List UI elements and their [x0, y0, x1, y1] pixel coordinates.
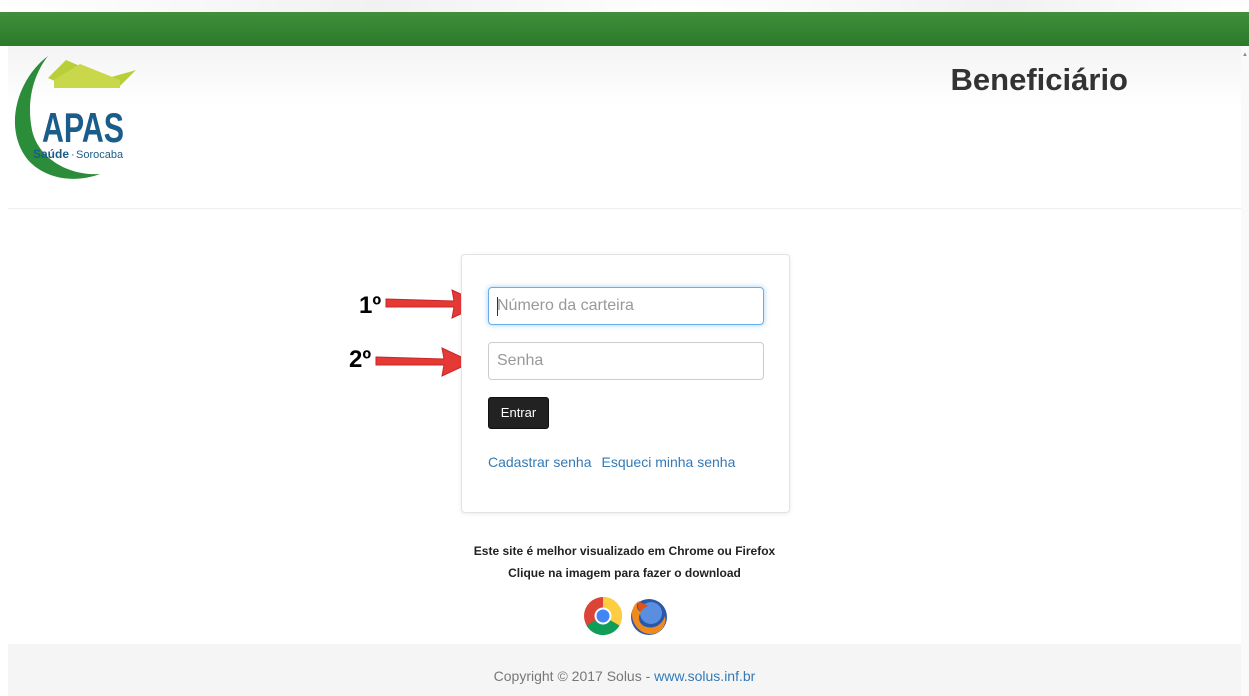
text-caret — [497, 297, 498, 316]
firefox-icon[interactable] — [628, 596, 668, 636]
step-1-label: 1º — [359, 292, 382, 319]
copyright-text: Copyright © 2017 Solus - — [493, 668, 655, 684]
page-footer: Copyright © 2017 Solus - www.solus.inf.b… — [8, 644, 1241, 696]
logo-subtitle-sorocaba: Sorocaba — [76, 149, 124, 161]
solus-link[interactable]: www.solus.inf.br — [654, 668, 755, 684]
scroll-up-icon[interactable]: ▲ — [1242, 52, 1248, 58]
page-header: APAS Saúde Sorocaba · Beneficiário — [8, 46, 1241, 209]
login-links: Cadastrar senha Esqueci minha senha — [488, 454, 745, 470]
svg-text:·: · — [71, 149, 75, 161]
page-title: Beneficiário — [950, 62, 1128, 97]
password-input[interactable]: Senha — [488, 342, 764, 380]
apas-logo: APAS Saúde Sorocaba · — [14, 56, 136, 179]
chrome-icon[interactable] — [583, 596, 623, 636]
copyright: Copyright © 2017 Solus - www.solus.inf.b… — [8, 668, 1241, 684]
card-number-input[interactable]: Número da carteira — [488, 287, 764, 325]
logo-text: APAS — [42, 104, 124, 151]
scrollbar[interactable]: ▲ — [1241, 46, 1249, 696]
step-2-arrow — [375, 347, 474, 377]
step-2-label: 2º — [349, 346, 372, 373]
browser-notice-line1: Este site é melhor visualizado em Chrome… — [473, 544, 776, 558]
forgot-password-link[interactable]: Esqueci minha senha — [602, 454, 736, 470]
logo-subtitle-saude: Saúde — [33, 147, 69, 161]
register-password-link[interactable]: Cadastrar senha — [488, 454, 592, 470]
card-number-placeholder: Número da carteira — [497, 297, 634, 314]
browser-notice-line2: Clique na imagem para fazer o download — [508, 566, 741, 580]
login-panel: Número da carteira Senha Entrar Cadastra… — [461, 254, 790, 513]
login-button[interactable]: Entrar — [488, 397, 549, 429]
password-placeholder: Senha — [497, 352, 544, 369]
top-band-fade — [0, 0, 1249, 12]
